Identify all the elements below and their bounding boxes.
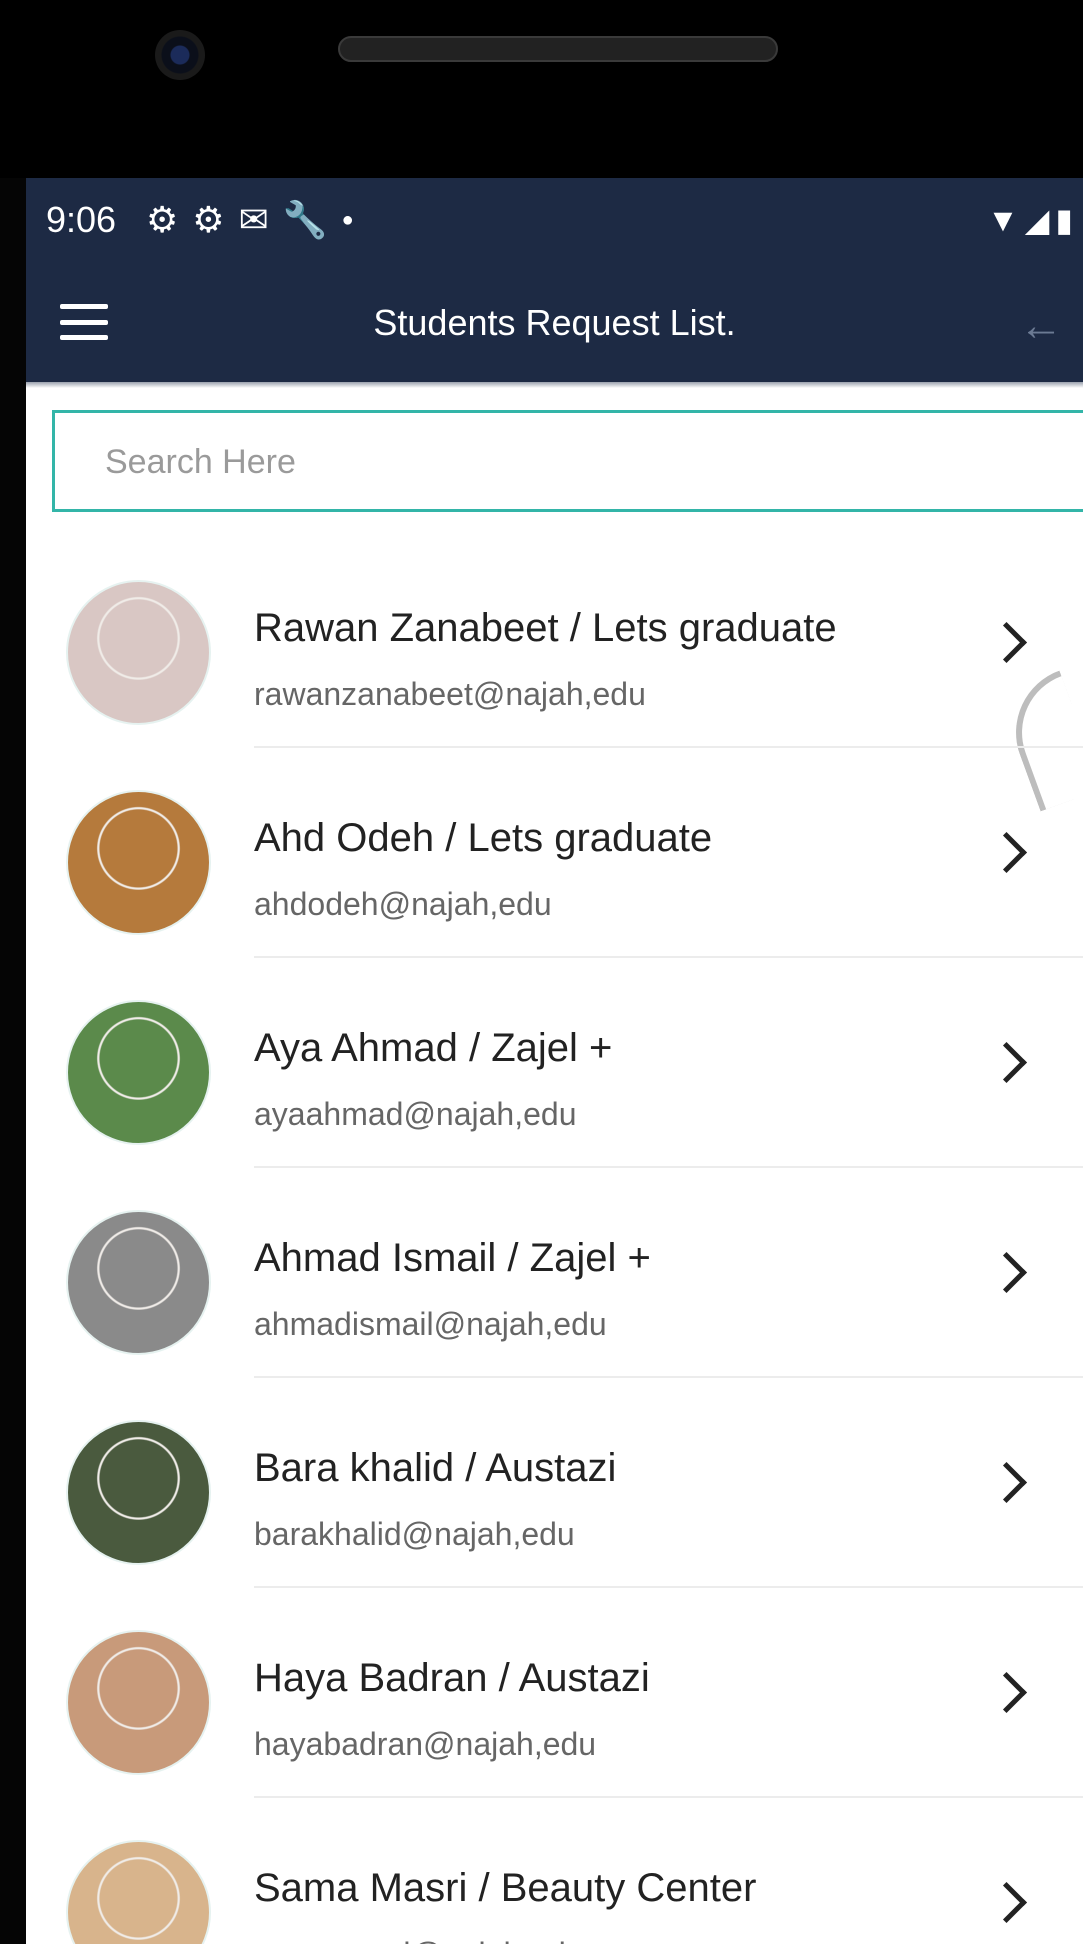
student-email: ahmadismail@najah,edu — [254, 1306, 607, 1342]
notification-icons: ⚙ ⚙ ✉ 🔧 ● — [146, 190, 354, 250]
signal-icon: ◢ — [1024, 202, 1050, 238]
list-item[interactable]: Aya Ahmad / Zajel + ayaahmad@najah,edu — [26, 958, 1083, 1168]
avatar — [66, 790, 211, 935]
student-email: ayaahmad@najah,edu — [254, 1096, 577, 1132]
list-item[interactable]: Bara khalid / Austazi barakhalid@najah,e… — [26, 1378, 1083, 1588]
status-time: 9:06 — [46, 199, 117, 240]
settings-icon: ⚙ — [146, 199, 179, 240]
list-item[interactable]: Ahd Odeh / Lets graduate ahdodeh@najah,e… — [26, 748, 1083, 958]
chevron-right-icon[interactable] — [985, 1881, 1028, 1924]
student-email: ahdodeh@najah,edu — [254, 886, 552, 922]
student-title: Ahd Odeh / Lets graduate — [254, 816, 713, 860]
student-email: rawanzanabeet@najah,edu — [254, 676, 646, 712]
avatar — [66, 1420, 211, 1565]
page-title: Students Request List. — [373, 302, 736, 343]
student-title: Haya Badran / Austazi — [254, 1656, 650, 1700]
student-title: Bara khalid / Austazi — [254, 1446, 617, 1490]
student-title: Ahmad Ismail / Zajel + — [254, 1236, 651, 1280]
avatar — [66, 1210, 211, 1355]
search-box — [52, 410, 1083, 512]
front-camera — [155, 30, 205, 80]
device-bezel-left — [0, 178, 26, 1944]
gmail-icon: ✉ — [238, 199, 269, 240]
students-list: Rawan Zanabeet / Lets graduate rawanzana… — [26, 538, 1083, 1944]
avatar — [66, 1630, 211, 1775]
wifi-icon: ▼ — [987, 201, 1019, 238]
list-item[interactable]: Haya Badran / Austazi hayabadran@najah,e… — [26, 1588, 1083, 1798]
earpiece-speaker — [338, 36, 778, 62]
chevron-right-icon[interactable] — [985, 1461, 1028, 1504]
status-bar: 9:06 ⚙ ⚙ ✉ 🔧 ● ▼ ◢ ▮ — [26, 178, 1083, 264]
chevron-right-icon[interactable] — [985, 1671, 1028, 1714]
system-icons: ▼ ◢ ▮ — [987, 190, 1073, 250]
wrench-icon: 🔧 — [282, 199, 328, 240]
settings-icon: ⚙ — [192, 199, 225, 240]
student-email: hayabadran@najah,edu — [254, 1726, 597, 1762]
battery-icon: ▮ — [1055, 202, 1073, 238]
avatar — [66, 1000, 211, 1145]
list-item[interactable]: Ahmad Ismail / Zajel + ahmadismail@najah… — [26, 1168, 1083, 1378]
dot-icon: ● — [341, 209, 354, 231]
search-input[interactable] — [103, 413, 1007, 511]
list-item[interactable]: Rawan Zanabeet / Lets graduate rawanzana… — [26, 538, 1083, 748]
student-email: barakhalid@najah,edu — [254, 1516, 575, 1552]
avatar — [66, 1840, 211, 1944]
chevron-right-icon[interactable] — [985, 1251, 1028, 1294]
student-title: Rawan Zanabeet / Lets graduate — [254, 606, 837, 650]
student-title: Sama Masri / Beauty Center — [254, 1866, 757, 1910]
list-item[interactable]: Sama Masri / Beauty Center samamasri@naj… — [26, 1798, 1083, 1944]
app-screen: 9:06 ⚙ ⚙ ✉ 🔧 ● ▼ ◢ ▮ Students Request Li… — [26, 178, 1083, 1944]
chevron-right-icon[interactable] — [985, 621, 1028, 664]
avatar — [66, 580, 211, 725]
chevron-right-icon[interactable] — [985, 831, 1028, 874]
back-arrow-icon[interactable]: ← — [1019, 304, 1063, 348]
device-bezel-top — [0, 0, 1083, 178]
app-bar: Students Request List. ← — [26, 264, 1083, 382]
student-email: samamasri@najah.edu — [254, 1936, 584, 1944]
student-title: Aya Ahmad / Zajel + — [254, 1026, 613, 1070]
app-bar-shadow — [26, 382, 1083, 388]
chevron-right-icon[interactable] — [985, 1041, 1028, 1084]
